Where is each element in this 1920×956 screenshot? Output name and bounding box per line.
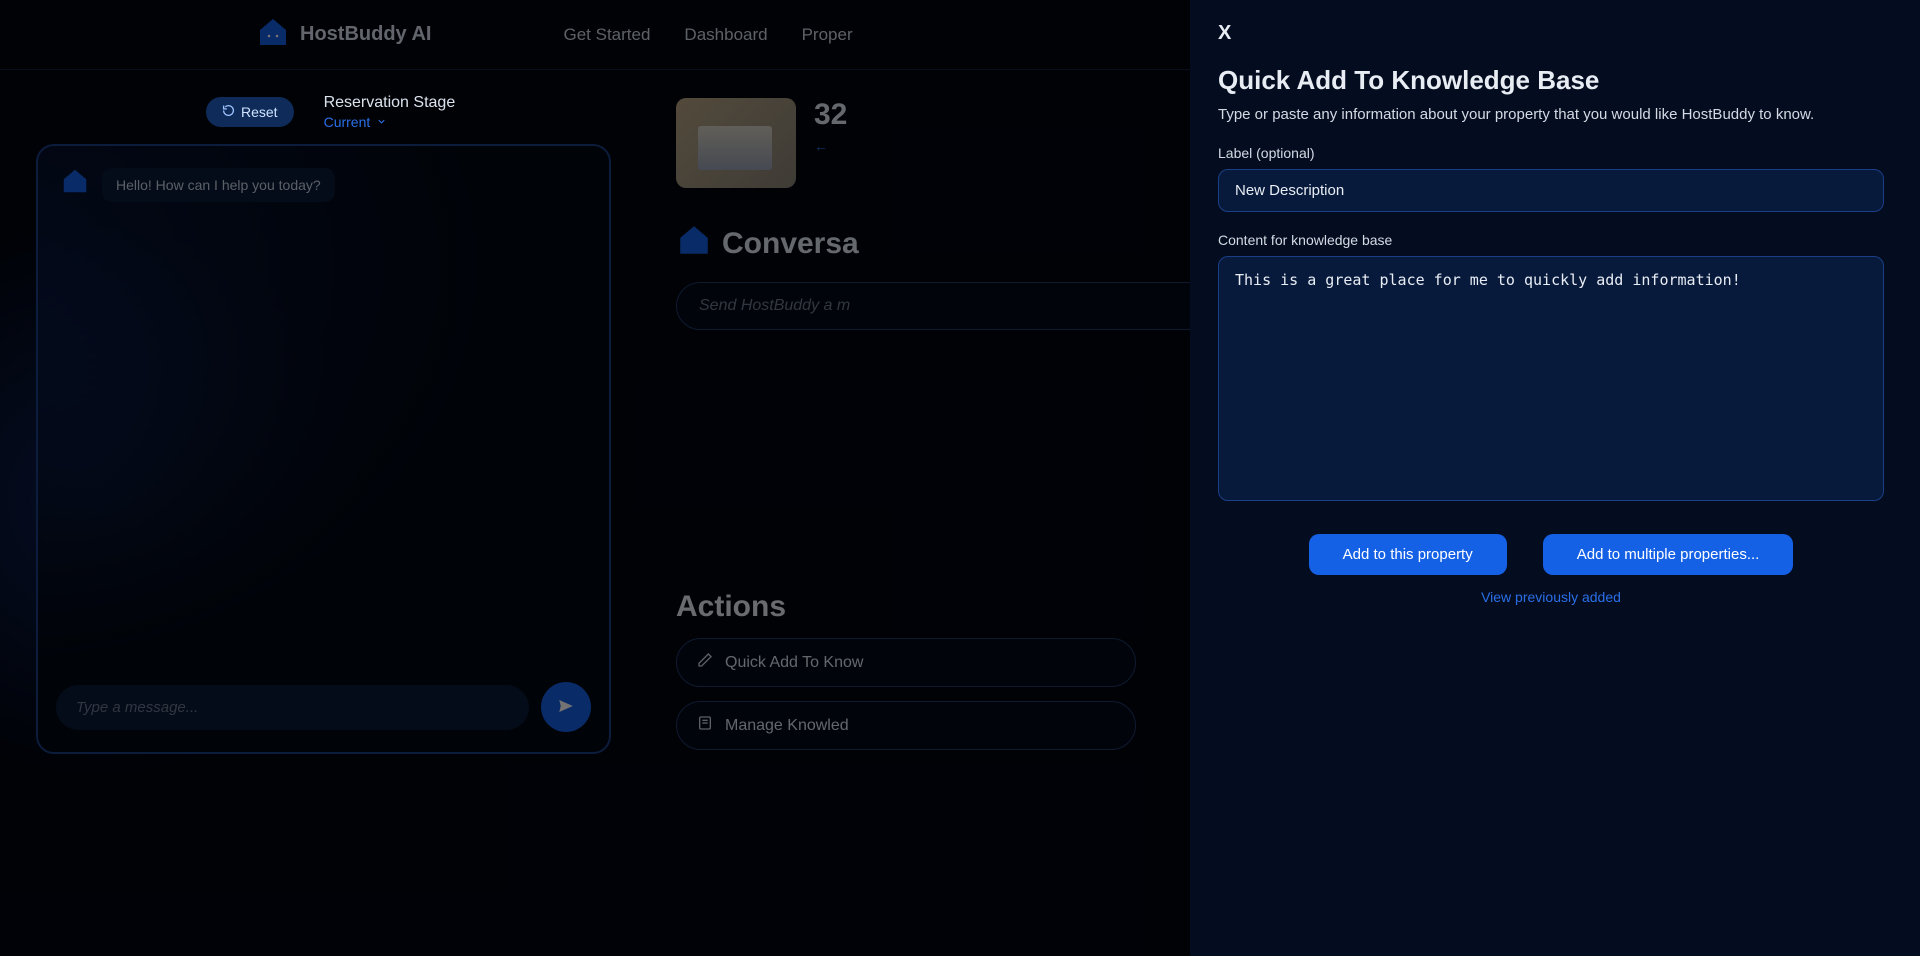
- reset-button[interactable]: Reset: [206, 97, 294, 127]
- content-textarea[interactable]: [1218, 256, 1884, 501]
- add-to-this-property-button[interactable]: Add to this property: [1309, 534, 1507, 575]
- modal-subtitle: Type or paste any information about your…: [1218, 106, 1884, 123]
- label-input[interactable]: [1218, 169, 1884, 212]
- stage-dropdown[interactable]: Current: [324, 114, 456, 130]
- view-previously-added-link[interactable]: View previously added: [1218, 589, 1884, 605]
- modal-title: Quick Add To Knowledge Base: [1218, 65, 1884, 96]
- reset-label: Reset: [241, 104, 278, 120]
- reset-icon: [222, 104, 235, 120]
- add-to-multiple-button[interactable]: Add to multiple properties...: [1543, 534, 1794, 575]
- stage-value: Current: [324, 114, 371, 130]
- label-field-label: Label (optional): [1218, 145, 1884, 161]
- stage-label: Reservation Stage: [324, 94, 456, 112]
- content-field-label: Content for knowledge base: [1218, 232, 1884, 248]
- close-button[interactable]: X: [1218, 22, 1231, 45]
- chevron-down-icon: [376, 114, 387, 130]
- quick-add-modal: X Quick Add To Knowledge Base Type or pa…: [1190, 0, 1920, 956]
